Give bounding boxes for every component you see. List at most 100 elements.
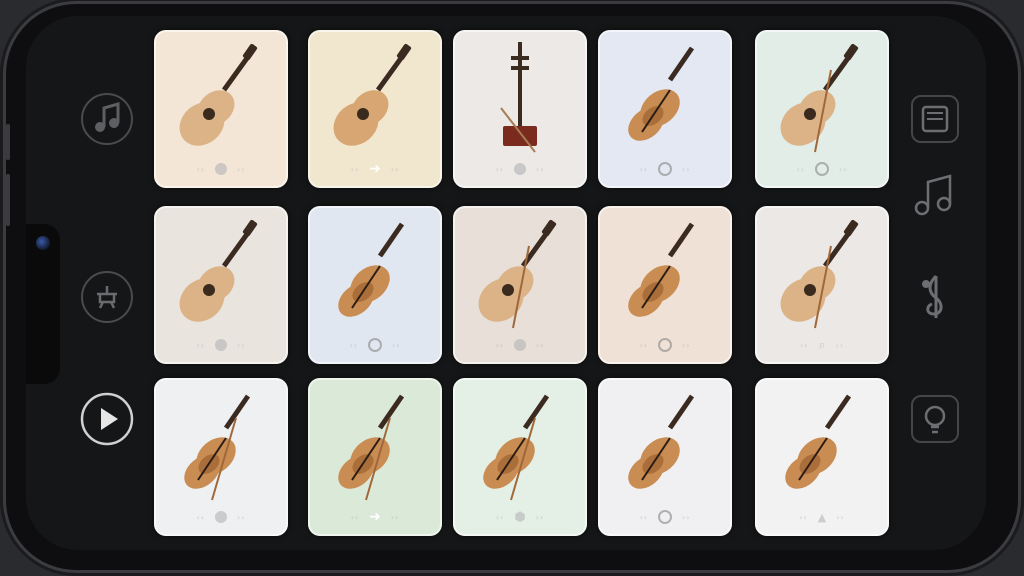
violin-image	[628, 222, 695, 317]
prev-icon[interactable]: ‹‹	[799, 513, 807, 522]
instrument-card-ukulele[interactable]: ‹‹ ››	[154, 30, 288, 188]
instrument-card-violin[interactable]: ‹‹ ››	[598, 378, 732, 536]
bulb-icon[interactable]	[908, 392, 962, 446]
card-controls: ‹‹ ››	[308, 334, 442, 356]
prev-icon[interactable]: ‹‹	[800, 341, 808, 350]
ukulele-with-bow-image	[780, 43, 859, 153]
violin-image	[785, 394, 852, 489]
card-controls: ‹‹ ››	[154, 506, 288, 528]
tuner-icon[interactable]	[80, 270, 134, 324]
violin-with-bow-image	[338, 394, 405, 501]
ukulele-image	[179, 219, 258, 322]
instrument-card-classical-guitar[interactable]: ‹‹ ➜ ››	[308, 30, 442, 188]
card-controls: ‹‹ ››	[598, 158, 732, 180]
card-controls: ‹‹ ››	[598, 334, 732, 356]
card-controls: ‹‹ ››	[154, 334, 288, 356]
next-icon[interactable]: ››	[536, 341, 544, 350]
instrument-card-violin[interactable]: ‹‹ ››	[598, 206, 732, 364]
card-controls: ‹‹ ▲ ››	[755, 506, 889, 528]
play-dot-icon[interactable]	[215, 511, 227, 523]
next-icon[interactable]: ››	[682, 165, 690, 174]
card-controls: ‹‹ ⌕ ››	[755, 334, 889, 356]
instrument-card-erhu[interactable]: ‹‹ ››	[453, 30, 587, 188]
next-icon[interactable]: ››	[839, 165, 847, 174]
ukulele-image	[179, 43, 258, 146]
violin-image	[628, 46, 695, 141]
instrument-card-violin-with-bow[interactable]: ‹‹ ››	[154, 378, 288, 536]
prev-icon[interactable]: ‹‹	[496, 513, 504, 522]
loop-icon[interactable]	[658, 162, 672, 176]
prev-icon[interactable]: ‹‹	[351, 165, 359, 174]
next-icon[interactable]: ››	[536, 165, 544, 174]
next-icon[interactable]: ››	[237, 165, 245, 174]
card-controls: ‹‹ ››	[453, 158, 587, 180]
music-notes-icon[interactable]	[908, 170, 962, 224]
instrument-card-violin[interactable]: ‹‹ ››	[308, 206, 442, 364]
play-dot-icon[interactable]	[514, 339, 526, 351]
search-icon[interactable]: ⌕	[818, 338, 825, 353]
card-controls: ‹‹ ››	[453, 334, 587, 356]
next-icon[interactable]: ››	[682, 341, 690, 350]
prev-icon[interactable]: ‹‹	[197, 165, 205, 174]
arrow-icon[interactable]: ➜	[369, 509, 381, 525]
violin-with-bow-image	[483, 394, 550, 501]
volume-button	[6, 124, 10, 160]
violin-with-bow-image	[184, 394, 251, 501]
library-icon[interactable]	[908, 92, 962, 146]
next-icon[interactable]: ››	[391, 165, 399, 174]
prev-icon[interactable]: ‹‹	[197, 513, 205, 522]
prev-icon[interactable]: ‹‹	[640, 165, 648, 174]
ukulele-with-bow-image	[478, 219, 557, 329]
prev-icon[interactable]: ‹‹	[351, 513, 359, 522]
hex-icon[interactable]: ⬢	[514, 510, 525, 525]
arrow-icon[interactable]: ➜	[369, 161, 381, 177]
card-controls: ‹‹ ➜ ››	[308, 506, 442, 528]
prev-icon[interactable]: ‹‹	[496, 165, 504, 174]
next-icon[interactable]: ››	[536, 513, 544, 522]
card-controls: ‹‹ ⬢ ››	[453, 506, 587, 528]
ukulele-with-bow-image	[780, 219, 859, 329]
instrument-card-violin[interactable]: ‹‹ ››	[598, 30, 732, 188]
instrument-card-ukulele-with-bow[interactable]: ‹‹ ››	[755, 30, 889, 188]
loop-icon[interactable]	[658, 338, 672, 352]
play-dot-icon[interactable]	[215, 163, 227, 175]
volume-button	[6, 174, 10, 226]
prev-icon[interactable]: ‹‹	[350, 341, 358, 350]
treble-clef-icon[interactable]	[908, 270, 962, 324]
instrument-card-ukulele-with-bow[interactable]: ‹‹ ››	[453, 206, 587, 364]
loop-icon[interactable]	[368, 338, 382, 352]
next-icon[interactable]: ››	[682, 513, 690, 522]
play-dot-icon[interactable]	[215, 339, 227, 351]
prev-icon[interactable]: ‹‹	[797, 165, 805, 174]
prev-icon[interactable]: ‹‹	[496, 341, 504, 350]
front-camera	[36, 236, 50, 250]
loop-icon[interactable]	[815, 162, 829, 176]
next-icon[interactable]: ››	[392, 341, 400, 350]
instrument-card-ukulele[interactable]: ‹‹ ››	[154, 206, 288, 364]
instrument-card-violin-with-bow[interactable]: ‹‹ ⬢ ››	[453, 378, 587, 536]
classical-guitar-image	[333, 43, 412, 146]
card-controls: ‹‹ ››	[598, 506, 732, 528]
prev-icon[interactable]: ‹‹	[640, 513, 648, 522]
card-controls: ‹‹ ➜ ››	[308, 158, 442, 180]
next-icon[interactable]: ››	[836, 513, 844, 522]
card-controls: ‹‹ ››	[154, 158, 288, 180]
violin-image	[338, 222, 405, 317]
lock-icon[interactable]: ▲	[818, 511, 826, 524]
play-icon[interactable]	[80, 392, 134, 446]
prev-icon[interactable]: ‹‹	[640, 341, 648, 350]
next-icon[interactable]: ››	[836, 341, 844, 350]
loop-icon[interactable]	[658, 510, 672, 524]
next-icon[interactable]: ››	[391, 513, 399, 522]
instrument-card-violin[interactable]: ‹‹ ▲ ››	[755, 378, 889, 536]
prev-icon[interactable]: ‹‹	[197, 341, 205, 350]
card-controls: ‹‹ ››	[755, 158, 889, 180]
erhu-image	[500, 42, 537, 153]
instrument-card-violin-with-bow[interactable]: ‹‹ ➜ ››	[308, 378, 442, 536]
instrument-card-ukulele-with-bow[interactable]: ‹‹ ⌕ ››	[755, 206, 889, 364]
next-icon[interactable]: ››	[237, 341, 245, 350]
play-dot-icon[interactable]	[514, 163, 526, 175]
music-notes-icon[interactable]	[80, 92, 134, 146]
violin-image	[628, 394, 695, 489]
next-icon[interactable]: ››	[237, 513, 245, 522]
